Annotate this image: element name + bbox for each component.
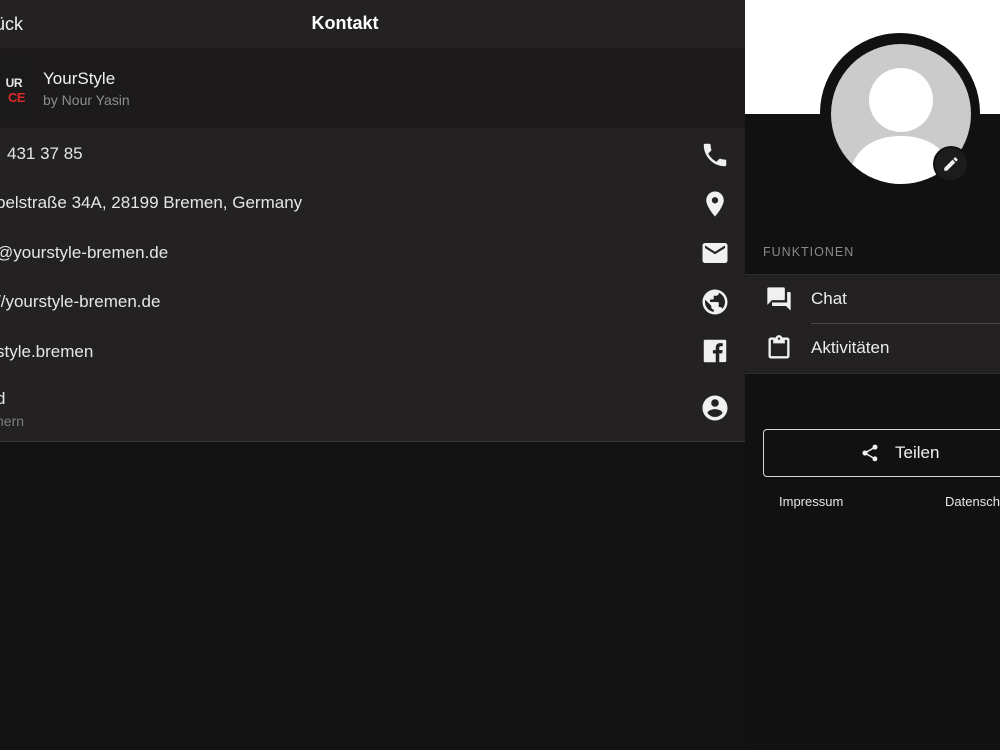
contact-row-facebook[interactable]: style.bremen xyxy=(0,326,745,374)
clipboard-icon xyxy=(765,334,793,362)
chat-icon xyxy=(765,285,793,313)
contact-row-phone[interactable]: 431 37 85 xyxy=(0,130,745,178)
function-chat[interactable]: Chat xyxy=(745,275,1000,324)
edit-avatar-button[interactable] xyxy=(933,146,969,182)
account-circle-icon[interactable] xyxy=(700,393,730,423)
location-pin-icon[interactable] xyxy=(700,189,730,219)
function-chat-label: Chat xyxy=(811,289,847,308)
privacy-link[interactable]: Datensch xyxy=(945,494,1000,509)
facebook-icon[interactable] xyxy=(700,336,730,366)
phone-number: 431 37 85 xyxy=(7,144,83,163)
save-contact-title: d xyxy=(0,389,6,408)
address-text: pelstraße 34A, 28199 Bremen, Germany xyxy=(0,193,303,212)
share-button[interactable]: Teilen xyxy=(763,429,1000,477)
contact-row-email[interactable]: @yourstyle-bremen.de xyxy=(0,228,745,276)
facebook-text: style.bremen xyxy=(0,342,94,361)
share-label: Teilen xyxy=(895,443,940,462)
contact-list: 431 37 85 pelstraße 34A, 28199 Bremen, G… xyxy=(0,128,745,442)
page-title: Kontakt xyxy=(311,13,379,33)
share-icon xyxy=(862,444,878,462)
logo-text-top: UR xyxy=(5,76,23,90)
function-activities-label: Aktivitäten xyxy=(811,338,890,357)
phone-icon[interactable] xyxy=(700,140,730,170)
impressum-link[interactable]: Impressum xyxy=(779,494,843,509)
mail-icon[interactable] xyxy=(700,238,730,268)
profile-panel: FUNKTIONEN Chat Aktivitäten Teilen Impre… xyxy=(745,0,1000,750)
logo-text-bottom: CE xyxy=(7,90,26,105)
contact-row-website[interactable]: //yourstyle-bremen.de xyxy=(0,277,745,325)
business-owner: by Nour Yasin xyxy=(43,92,130,108)
save-contact-subtitle: hern xyxy=(0,413,25,429)
section-label-functions: FUNKTIONEN xyxy=(763,245,855,259)
business-logo: UR CE xyxy=(0,57,26,119)
globe-icon[interactable] xyxy=(700,287,730,317)
contact-row-address[interactable]: pelstraße 34A, 28199 Bremen, Germany xyxy=(0,179,745,227)
function-activities[interactable]: Aktivitäten xyxy=(745,324,1000,373)
pencil-icon xyxy=(944,157,958,171)
email-text: @yourstyle-bremen.de xyxy=(0,243,169,262)
contact-panel: ück Kontakt UR CE YourStyle by Nour Yasi… xyxy=(0,0,745,750)
contact-row-save-contact[interactable]: d hern xyxy=(0,375,745,439)
functions-list: Chat Aktivitäten xyxy=(745,274,1000,374)
business-name: YourStyle xyxy=(43,69,116,88)
top-bar: ück Kontakt xyxy=(0,0,745,48)
website-text: //yourstyle-bremen.de xyxy=(0,292,161,311)
